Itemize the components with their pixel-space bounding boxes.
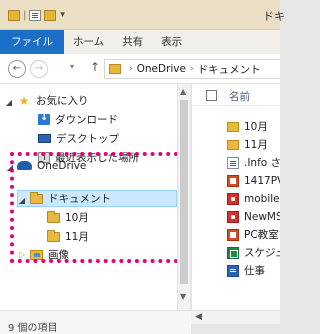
folder-icon bbox=[109, 64, 121, 74]
nav-item-downloads[interactable]: ダウンロード bbox=[38, 111, 118, 128]
tab-file[interactable]: ファイル bbox=[0, 30, 64, 54]
back-button[interactable]: ← bbox=[8, 60, 26, 78]
annotation-highlight-box bbox=[10, 152, 186, 263]
nav-item-desktop[interactable]: デスクトップ bbox=[38, 130, 119, 147]
desktop-icon bbox=[38, 134, 51, 143]
breadcrumb-separator: › bbox=[129, 64, 133, 74]
recent-locations-dropdown[interactable]: ▾ bbox=[70, 62, 74, 71]
powerpoint-icon bbox=[227, 174, 239, 187]
file-list-item[interactable]: 10月 bbox=[227, 118, 268, 135]
breadcrumb-separator: › bbox=[189, 64, 194, 74]
nav-pane-scrollbar[interactable]: ▲ ▼ bbox=[177, 84, 190, 310]
scroll-thumb[interactable] bbox=[180, 100, 188, 284]
red-file-icon bbox=[227, 192, 239, 205]
expand-favorites-chevron[interactable]: ◢ bbox=[4, 98, 14, 107]
breadcrumb-documents[interactable]: ドキュメント bbox=[198, 62, 261, 77]
file-list-item[interactable]: NewMS bbox=[227, 208, 280, 225]
column-header-row: 名前 bbox=[192, 84, 280, 106]
scroll-up-arrow[interactable]: ▲ bbox=[180, 87, 186, 96]
nav-item-label: デスクトップ bbox=[56, 133, 119, 145]
item-count: 9 個の項目 bbox=[8, 323, 58, 334]
red-file-icon bbox=[227, 210, 239, 223]
customize-toolbar-dropdown[interactable]: ▾ bbox=[60, 10, 65, 20]
properties-icon[interactable] bbox=[29, 9, 42, 21]
file-name: 仕事 bbox=[244, 265, 265, 277]
file-list-item[interactable]: スケジュ bbox=[227, 244, 280, 261]
file-name: .Info さ bbox=[244, 157, 280, 169]
file-list-item[interactable]: 11月 bbox=[227, 136, 268, 153]
tab-home[interactable]: ホーム bbox=[64, 30, 113, 54]
document-icon bbox=[227, 156, 239, 169]
nav-item-label: ダウンロード bbox=[55, 114, 118, 126]
file-list-item[interactable]: .Info さ bbox=[227, 154, 280, 171]
file-explorer-window: | ▾ ドキ ファイル ホーム 共有 表示 ← → ▾ ↑ › OneDrive… bbox=[0, 0, 285, 334]
file-list-item[interactable]: PC教室 bbox=[227, 226, 279, 243]
window-title: ドキ bbox=[263, 10, 285, 23]
column-header-name[interactable]: 名前 bbox=[229, 89, 250, 104]
forward-button[interactable]: → bbox=[30, 60, 48, 78]
select-all-checkbox[interactable] bbox=[206, 90, 217, 101]
folder-icon[interactable] bbox=[8, 9, 20, 21]
file-name: PC教室 bbox=[244, 229, 279, 241]
file-list-pane: 名前 10月 11月 .Info さ 1417PV mobile NewMS bbox=[191, 84, 280, 310]
file-name: NewMS bbox=[244, 210, 280, 223]
breadcrumb-onedrive[interactable]: OneDrive bbox=[137, 63, 186, 75]
file-list-item[interactable]: 1417PV bbox=[227, 172, 280, 189]
quick-access-toolbar: | ▾ bbox=[8, 8, 65, 22]
file-name: mobile bbox=[244, 192, 280, 205]
folder-icon bbox=[227, 139, 239, 150]
file-name: スケジュ bbox=[244, 247, 280, 259]
toolbar-divider: | bbox=[23, 9, 27, 21]
tab-share[interactable]: 共有 bbox=[113, 30, 152, 54]
download-icon bbox=[38, 112, 50, 125]
new-folder-icon[interactable] bbox=[44, 9, 57, 21]
nav-item-favorites[interactable]: ★ お気に入り bbox=[17, 92, 89, 109]
ribbon-tabs: ファイル ホーム 共有 表示 bbox=[0, 30, 280, 54]
folder-icon bbox=[227, 121, 239, 132]
excel-icon bbox=[227, 246, 239, 259]
word-icon bbox=[227, 264, 239, 277]
status-bar: 9 個の項目 bbox=[0, 310, 191, 334]
tab-view[interactable]: 表示 bbox=[152, 30, 191, 54]
scroll-down-arrow[interactable]: ▼ bbox=[180, 292, 186, 301]
address-bar[interactable]: › OneDrive › ドキュメント bbox=[104, 59, 280, 79]
file-pane-horizontal-scrollbar[interactable]: ◀ bbox=[191, 310, 280, 324]
powerpoint-icon bbox=[227, 228, 239, 241]
file-list-item[interactable]: mobile bbox=[227, 190, 280, 207]
file-name: 1417PV bbox=[244, 174, 280, 187]
nav-item-label: お気に入り bbox=[36, 95, 89, 107]
star-icon: ★ bbox=[18, 93, 30, 108]
up-button[interactable]: ↑ bbox=[90, 60, 100, 74]
file-name: 11月 bbox=[244, 139, 268, 151]
address-bar-row: ← → ▾ ↑ › OneDrive › ドキュメント bbox=[0, 54, 280, 84]
file-list-item[interactable]: 仕事 bbox=[227, 262, 265, 279]
file-name: 10月 bbox=[244, 121, 268, 133]
scroll-left-arrow[interactable]: ◀ bbox=[195, 312, 202, 322]
title-bar: | ▾ ドキ bbox=[0, 0, 285, 30]
